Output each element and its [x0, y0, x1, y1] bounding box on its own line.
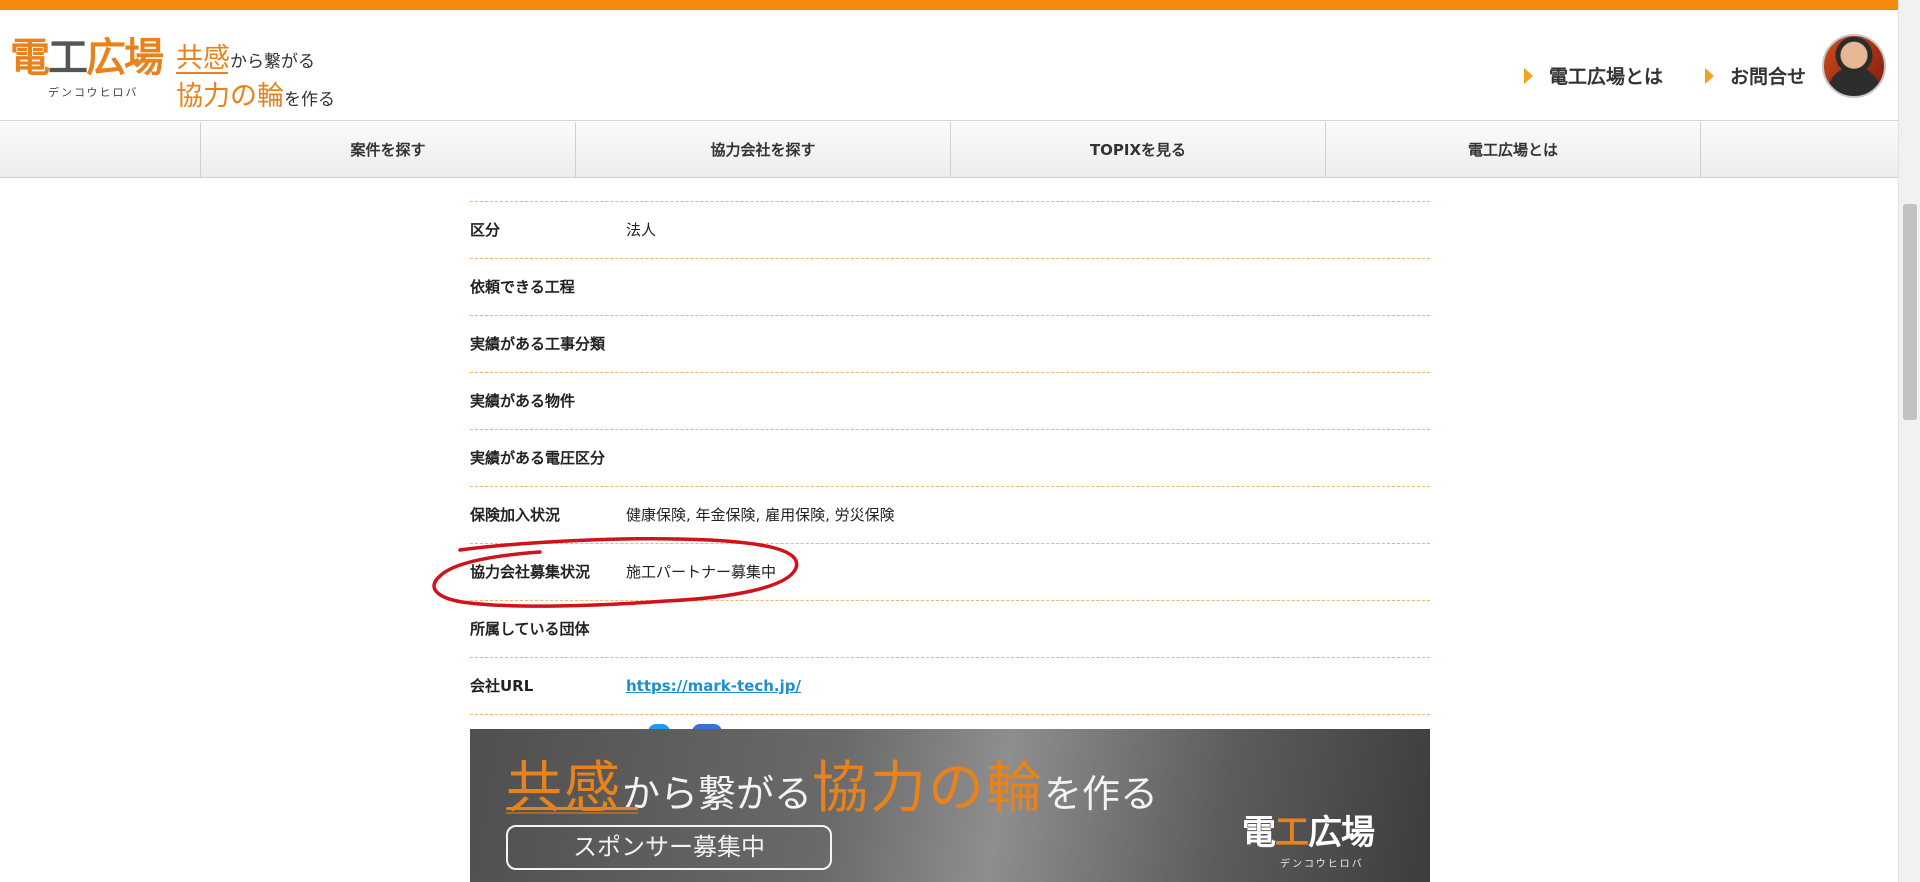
header-nav-contact[interactable]: お問合せ — [1705, 62, 1806, 89]
main-nav: 案件を探す 協力会社を探す TOPIXを見る 電工広場とは — [0, 122, 1898, 178]
table-row: 会社URL https://mark-tech.jp/ — [470, 658, 1430, 715]
logo-wordmark: 電工広場 — [10, 35, 164, 81]
main-nav-spacer — [1700, 122, 1898, 178]
sponsor-banner[interactable]: 共感から繋がる協力の輪を作る スポンサー募集中 電工広場 デンコウヒロバ — [470, 729, 1430, 882]
triangle-right-icon — [1524, 67, 1533, 84]
banner-logo-wordmark: 電工広場 — [1242, 813, 1375, 853]
vertical-scrollbar[interactable] — [1898, 0, 1920, 882]
main-nav-about[interactable]: 電工広場とは — [1325, 122, 1700, 178]
row-label: 依頼できる工程 — [470, 278, 575, 296]
row-label: 実績がある物件 — [470, 392, 576, 410]
row-value: 法人 — [626, 221, 657, 239]
table-row-partial — [470, 178, 1430, 202]
table-row: 実績がある工事分類 — [470, 316, 1430, 373]
table-row: 依頼できる工程 — [470, 259, 1430, 316]
triangle-right-icon — [1705, 67, 1714, 84]
banner-logo-reading: デンコウヒロバ — [1280, 859, 1364, 870]
row-label: 会社URL — [470, 677, 534, 695]
table-row: 実績がある物件 — [470, 373, 1430, 430]
company-details-table: 区分 法人 依頼できる工程 実績がある工事分類 実績がある物件 実績がある電圧区… — [470, 178, 1430, 715]
company-url-link[interactable]: https://mark-tech.jp/ — [626, 658, 801, 715]
row-label: 区分 — [470, 221, 501, 239]
avatar[interactable] — [1822, 34, 1886, 98]
main-nav-find-partners[interactable]: 協力会社を探す — [575, 122, 950, 178]
banner-underline — [506, 812, 638, 814]
header-nav-contact-label: お問合せ — [1730, 66, 1807, 88]
row-label: 実績がある電圧区分 — [470, 449, 606, 467]
table-row: 実績がある電圧区分 — [470, 430, 1430, 487]
table-row: 区分 法人 — [470, 202, 1430, 259]
site-logo[interactable]: 電工広場 デンコウヒロバ — [10, 34, 165, 106]
banner-underline — [506, 807, 638, 810]
red-circle-annotation — [432, 537, 799, 608]
main-nav-topix[interactable]: TOPIXを見る — [950, 122, 1325, 178]
banner-logo: 電工広場 デンコウヒロバ — [1242, 813, 1402, 873]
sponsor-recruiting-button[interactable]: スポンサー募集中 — [506, 825, 832, 870]
site-header: 電工広場 デンコウヒロバ 共感から繋がる 協力の輪を作る 電工広場とは お問合せ — [0, 10, 1898, 121]
logo-reading: デンコウヒロバ — [48, 86, 139, 99]
row-label: 実績がある工事分類 — [470, 335, 606, 353]
top-accent-strip — [0, 0, 1920, 10]
header-tagline: 共感から繋がる 協力の輪を作る — [176, 43, 335, 112]
main-nav-find-projects[interactable]: 案件を探す — [200, 122, 575, 178]
header-nav-about-label: 電工広場とは — [1549, 66, 1664, 88]
scrollbar-thumb[interactable] — [1903, 204, 1917, 420]
header-nav-about[interactable]: 電工広場とは — [1524, 62, 1663, 89]
